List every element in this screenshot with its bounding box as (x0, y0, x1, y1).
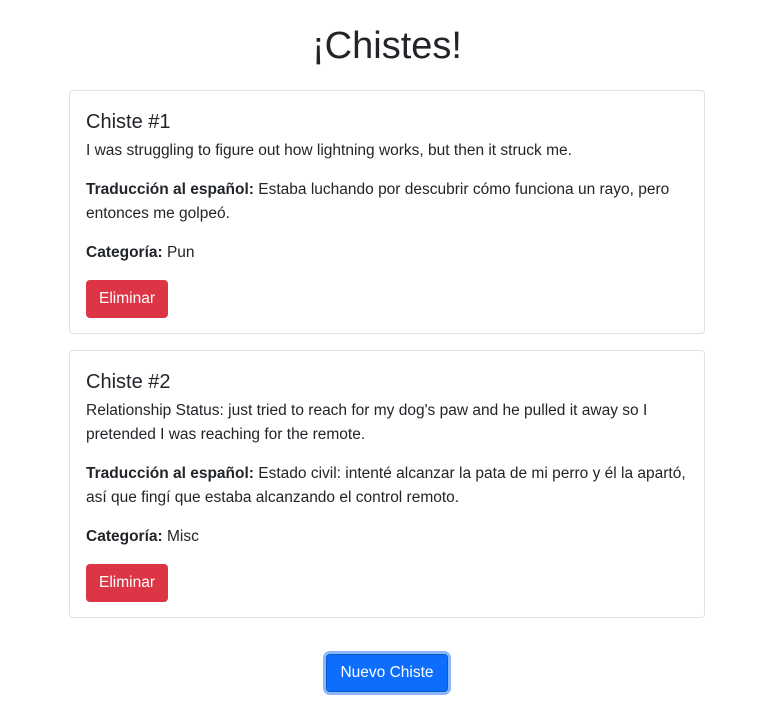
category-value: Pun (166, 244, 195, 261)
translation-label: Traducción al español: (86, 465, 254, 482)
category-value: Misc (166, 528, 199, 545)
page-title: ¡Chistes! (312, 25, 462, 67)
joke-title: Chiste #2 (86, 371, 171, 393)
category-label: Categoría: (86, 528, 163, 545)
joke-text: I was struggling to figure out how light… (86, 142, 572, 159)
joke-card: Chiste #2 Relationship Status: just trie… (69, 350, 705, 618)
new-joke-button[interactable]: Nuevo Chiste (326, 654, 448, 692)
translation-label: Traducción al español: (86, 181, 254, 198)
joke-list: Chiste #1 I was struggling to figure out… (69, 90, 705, 634)
delete-button[interactable]: Eliminar (86, 564, 168, 602)
joke-category: Categoría: Pun (86, 241, 688, 265)
joke-title: Chiste #1 (86, 111, 171, 133)
joke-text: Relationship Status: just tried to reach… (86, 402, 648, 443)
joke-translation: Traducción al español: Estaba luchando p… (86, 178, 688, 226)
joke-card: Chiste #1 I was struggling to figure out… (69, 90, 705, 334)
joke-category: Categoría: Misc (86, 525, 688, 549)
joke-translation: Traducción al español: Estado civil: int… (86, 462, 688, 510)
delete-button[interactable]: Eliminar (86, 280, 168, 318)
new-joke-container: Nuevo Chiste (0, 654, 774, 692)
category-label: Categoría: (86, 244, 163, 261)
